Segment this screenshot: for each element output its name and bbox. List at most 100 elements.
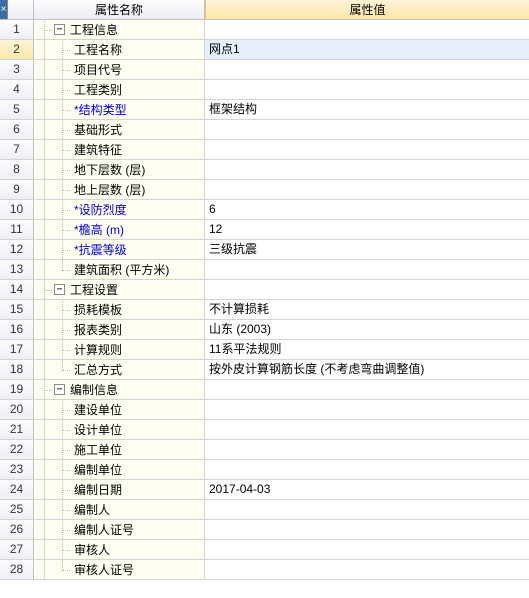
property-name-cell[interactable]: 基础形式 [34, 120, 205, 139]
property-name-cell[interactable]: 建设单位 [34, 400, 205, 419]
property-row[interactable]: 2工程名称网点1 [0, 40, 529, 60]
property-name-cell[interactable]: 地上层数 (层) [34, 180, 205, 199]
property-value-cell[interactable]: 按外皮计算钢筋长度 (不考虑弯曲调整值) [205, 360, 529, 379]
property-name-cell[interactable]: 项目代号 [34, 60, 205, 79]
property-value-cell[interactable]: 不计算损耗 [205, 300, 529, 319]
property-row[interactable]: 6基础形式 [0, 120, 529, 140]
property-name-cell[interactable]: 设计单位 [34, 420, 205, 439]
property-row[interactable]: 25编制人 [0, 500, 529, 520]
property-value-cell[interactable]: 6 [205, 200, 529, 219]
property-value-cell[interactable] [205, 400, 529, 419]
property-value-cell[interactable] [205, 540, 529, 559]
property-value-cell[interactable]: 三级抗震 [205, 240, 529, 259]
header-col-value[interactable]: 属性值 [205, 0, 529, 19]
property-value-cell[interactable] [205, 440, 529, 459]
header-col-name[interactable]: 属性名称 [34, 0, 205, 19]
property-name-cell[interactable]: 审核人 [34, 540, 205, 559]
property-name-label: 计算规则 [72, 341, 122, 358]
property-name-cell[interactable]: *檐高 (m) [34, 220, 205, 239]
property-value-cell[interactable] [205, 180, 529, 199]
property-row[interactable]: 17计算规则11系平法规则 [0, 340, 529, 360]
property-name-label: *檐高 (m) [72, 221, 124, 238]
property-value-cell[interactable] [205, 140, 529, 159]
property-row[interactable]: 9地上层数 (层) [0, 180, 529, 200]
property-value-cell[interactable] [205, 560, 529, 579]
property-name-label: *设防烈度 [72, 201, 127, 218]
property-name-label: *抗震等级 [72, 241, 127, 258]
property-name-cell[interactable]: −工程设置 [34, 280, 205, 299]
property-name-cell[interactable]: *抗震等级 [34, 240, 205, 259]
property-value-cell[interactable]: 11系平法规则 [205, 340, 529, 359]
property-name-cell[interactable]: −编制信息 [34, 380, 205, 399]
property-row[interactable]: 13建筑面积 (平方米) [0, 260, 529, 280]
property-name-cell[interactable]: 工程类别 [34, 80, 205, 99]
property-name-cell[interactable]: 编制人 [34, 500, 205, 519]
panel-close-button[interactable]: × [0, 0, 8, 19]
property-name-cell[interactable]: 编制单位 [34, 460, 205, 479]
property-row[interactable]: 10*设防烈度6 [0, 200, 529, 220]
property-row[interactable]: 7建筑特征 [0, 140, 529, 160]
property-name-cell[interactable]: 编制人证号 [34, 520, 205, 539]
property-row[interactable]: 12*抗震等级三级抗震 [0, 240, 529, 260]
property-row[interactable]: 21设计单位 [0, 420, 529, 440]
property-value-cell[interactable] [205, 60, 529, 79]
row-number: 22 [0, 440, 34, 459]
property-name-cell[interactable]: 报表类别 [34, 320, 205, 339]
property-value-cell[interactable] [205, 260, 529, 279]
property-name-cell[interactable]: 建筑面积 (平方米) [34, 260, 205, 279]
property-name-cell[interactable]: 施工单位 [34, 440, 205, 459]
property-row[interactable]: 1−工程信息 [0, 20, 529, 40]
property-value-cell[interactable] [205, 20, 529, 39]
property-value-cell[interactable] [205, 520, 529, 539]
property-name-label: 施工单位 [72, 441, 122, 458]
property-row[interactable]: 15损耗模板不计算损耗 [0, 300, 529, 320]
property-value-cell[interactable] [205, 160, 529, 179]
property-name-cell[interactable]: *设防烈度 [34, 200, 205, 219]
collapse-icon[interactable]: − [54, 284, 65, 295]
property-name-label: 编制人 [72, 501, 110, 518]
property-name-cell[interactable]: −工程信息 [34, 20, 205, 39]
property-row[interactable]: 14−工程设置 [0, 280, 529, 300]
property-row[interactable]: 27审核人 [0, 540, 529, 560]
property-name-cell[interactable]: 地下层数 (层) [34, 160, 205, 179]
property-value-cell[interactable]: 2017-04-03 [205, 480, 529, 499]
property-row[interactable]: 20建设单位 [0, 400, 529, 420]
collapse-icon[interactable]: − [54, 384, 65, 395]
property-value-cell[interactable] [205, 380, 529, 399]
property-value-cell[interactable]: 12 [205, 220, 529, 239]
property-value-cell[interactable]: 框架结构 [205, 100, 529, 119]
property-name-cell[interactable]: 审核人证号 [34, 560, 205, 579]
property-value-cell[interactable]: 山东 (2003) [205, 320, 529, 339]
property-row[interactable]: 8地下层数 (层) [0, 160, 529, 180]
property-value-cell[interactable] [205, 460, 529, 479]
property-row[interactable]: 5*结构类型框架结构 [0, 100, 529, 120]
property-row[interactable]: 4工程类别 [0, 80, 529, 100]
property-row[interactable]: 24编制日期2017-04-03 [0, 480, 529, 500]
property-name-cell[interactable]: 建筑特征 [34, 140, 205, 159]
property-value-cell[interactable] [205, 120, 529, 139]
property-name-label: 设计单位 [72, 421, 122, 438]
row-number: 15 [0, 300, 34, 319]
property-row[interactable]: 3项目代号 [0, 60, 529, 80]
property-name-cell[interactable]: 工程名称 [34, 40, 205, 59]
collapse-icon[interactable]: − [54, 24, 65, 35]
property-name-cell[interactable]: 计算规则 [34, 340, 205, 359]
property-row[interactable]: 22 施工单位 [0, 440, 529, 460]
property-row[interactable]: 19−编制信息 [0, 380, 529, 400]
property-value-cell[interactable] [205, 420, 529, 439]
property-name-cell[interactable]: 汇总方式 [34, 360, 205, 379]
property-value-cell[interactable]: 网点1 [205, 40, 529, 59]
property-row[interactable]: 16报表类别山东 (2003) [0, 320, 529, 340]
property-row[interactable]: 26编制人证号 [0, 520, 529, 540]
property-row[interactable]: 11*檐高 (m)12 [0, 220, 529, 240]
property-name-label: 审核人证号 [72, 561, 134, 578]
property-value-cell[interactable] [205, 280, 529, 299]
property-row[interactable]: 18汇总方式按外皮计算钢筋长度 (不考虑弯曲调整值) [0, 360, 529, 380]
property-row[interactable]: 28审核人证号 [0, 560, 529, 580]
property-name-cell[interactable]: 编制日期 [34, 480, 205, 499]
property-name-cell[interactable]: 损耗模板 [34, 300, 205, 319]
property-value-cell[interactable] [205, 80, 529, 99]
property-value-cell[interactable] [205, 500, 529, 519]
property-name-cell[interactable]: *结构类型 [34, 100, 205, 119]
property-row[interactable]: 23编制单位 [0, 460, 529, 480]
